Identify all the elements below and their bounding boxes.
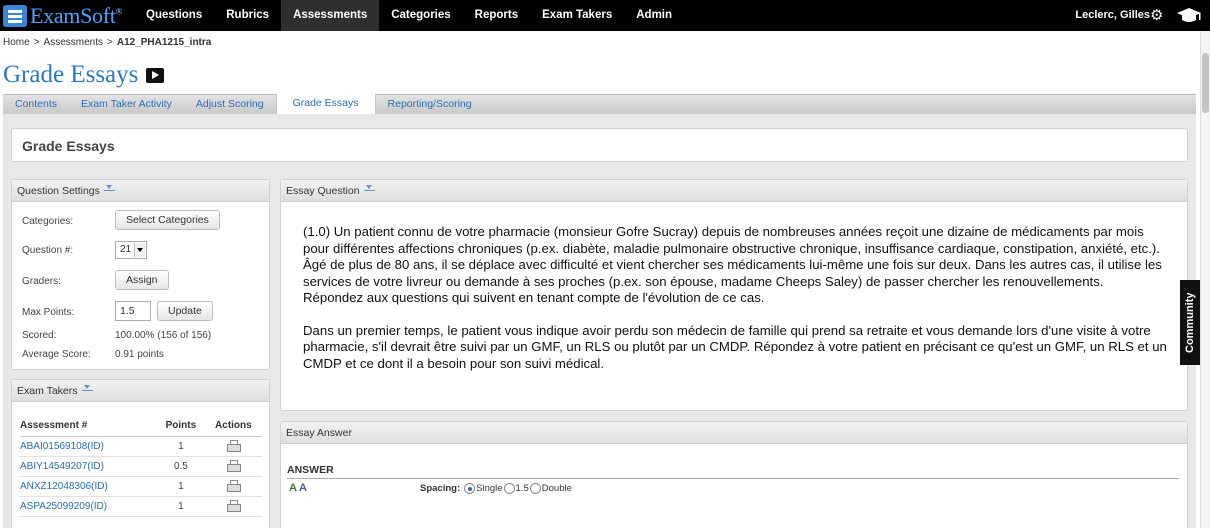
spacing-single-radio[interactable] [464,483,476,494]
update-button[interactable]: Update [157,301,213,321]
printer-icon[interactable] [227,500,242,513]
printer-icon[interactable] [227,460,242,473]
categories-label: Categories: [22,216,74,227]
average-score-label: Average Score: [22,349,91,360]
column-header-points[interactable]: Points [157,416,205,437]
points-cell: 1 [157,436,205,457]
question-number-label: Question #: [22,245,74,256]
points-cell: 0.5 [157,456,205,477]
tab-grade-essays[interactable]: Grade Essays [275,94,376,115]
average-score-value: 0.91 points [115,349,164,360]
assign-button[interactable]: Assign [115,270,169,290]
question-number-select[interactable]: 21 [115,241,147,259]
scored-value: 100.00% (156 of 156) [115,330,212,341]
essay-question-header: Essay Question [281,180,1187,202]
table-row: ABAI01569108(ID) 1 [20,436,262,457]
content-area: Grade Essays Question Settings Categorie… [3,114,1196,528]
tab-adjust-scoring[interactable]: Adjust Scoring [184,95,276,114]
question-paragraph: (1.0) Un patient connu de votre pharmaci… [303,224,1162,305]
spellcheck-icon[interactable]: A [289,482,297,494]
breadcrumb: Home > Assessments > A12_PHA1215_intra [3,37,212,48]
answer-label: ANSWER [287,464,1179,479]
table-row: ASPA25099209(ID) 1 [20,496,262,517]
max-points-label: Max Points: [22,307,75,318]
page-scrollbar[interactable] [1200,31,1210,528]
nav-rubrics[interactable]: Rubrics [214,0,281,31]
essay-answer-header: Essay Answer [281,422,1187,444]
spacing-control: Spacing: Single 1.5 Double [420,483,572,494]
page-title: Grade Essays [3,61,165,89]
breadcrumb-home[interactable]: Home [3,37,30,48]
question-settings-header: Question Settings [12,180,269,202]
tab-reporting-scoring[interactable]: Reporting/Scoring [376,95,484,114]
select-categories-button[interactable]: Select Categories [115,210,220,230]
gear-icon[interactable]: ⚙ [1150,8,1166,24]
exam-taker-link[interactable]: ABIY14549207(ID) [20,456,158,477]
graders-label: Graders: [22,276,61,287]
collapse-icon[interactable] [103,185,115,196]
essay-question-text: (1.0) Un patient connu de votre pharmaci… [281,202,1187,372]
nav-reports[interactable]: Reports [463,0,530,31]
user-name[interactable]: Leclerc, Gilles [1075,0,1150,31]
spellcheck-toolbar: A A [289,482,307,494]
nav-categories[interactable]: Categories [379,0,462,31]
top-navbar: ExamSoft® Questions Rubrics Assessments … [0,0,1210,31]
max-points-input[interactable]: 1.5 [115,301,151,321]
nav-admin[interactable]: Admin [624,0,684,31]
essay-answer-panel: Essay Answer ANSWER A A Spacing: Single … [280,421,1188,528]
exam-takers-table: Assessment # Points Actions ABAI01569108… [20,416,262,517]
points-cell: 1 [157,476,205,497]
spellcheck-off-icon[interactable]: A [299,482,307,494]
community-tab[interactable]: Community [1180,280,1201,365]
table-header-row: Assessment # Points Actions [20,416,262,437]
question-settings-panel: Question Settings Categories: Select Cat… [11,179,270,370]
nav-exam-takers[interactable]: Exam Takers [530,0,624,31]
chevron-down-icon [134,243,145,257]
spacing-1-5-radio[interactable] [503,483,515,494]
examsoft-logo[interactable]: ExamSoft® [3,3,123,28]
column-header-assessment[interactable]: Assessment # [20,416,158,437]
collapse-icon[interactable] [363,185,375,196]
graduation-cap-icon[interactable] [1176,6,1202,26]
breadcrumb-current: A12_PHA1215_intra [116,37,212,48]
grade-essays-heading: Grade Essays [22,138,115,154]
main-nav: Questions Rubrics Assessments Categories… [134,0,684,31]
exam-taker-link[interactable]: ANXZ12048306(ID) [20,476,158,497]
scored-label: Scored: [22,330,57,341]
collapse-icon[interactable] [81,385,93,396]
table-row: ANXZ12048306(ID) 1 [20,476,262,497]
tab-bar: Contents Exam Taker Activity Adjust Scor… [3,94,1196,115]
breadcrumb-assessments[interactable]: Assessments [44,37,103,48]
spacing-double-radio[interactable] [529,483,541,494]
exam-taker-link[interactable]: ASPA25099209(ID) [20,496,158,517]
essay-question-panel: Essay Question (1.0) Un patient connu de… [280,179,1188,411]
points-cell: 1 [157,496,205,517]
exam-taker-link[interactable]: ABAI01569108(ID) [20,436,158,457]
exam-takers-header: Exam Takers [12,380,269,402]
printer-icon[interactable] [227,440,242,453]
exam-takers-panel: Exam Takers Assessment # Points Actions … [11,379,270,528]
logo-text: ExamSoft® [30,3,123,28]
nav-assessments[interactable]: Assessments [281,0,380,31]
scrollbar-thumb[interactable] [1202,53,1209,113]
menu-icon[interactable] [3,5,27,27]
tab-exam-taker-activity[interactable]: Exam Taker Activity [69,95,184,114]
printer-icon[interactable] [227,480,242,493]
column-header-actions: Actions [204,416,262,437]
question-paragraph: Dans un premier temps, le patient vous i… [303,322,1167,371]
table-row: ABIY14549207(ID) 0.5 [20,456,262,477]
grade-essays-header-panel: Grade Essays [11,128,1188,162]
tab-contents[interactable]: Contents [3,95,69,114]
nav-questions[interactable]: Questions [134,0,214,31]
video-tutorial-icon[interactable] [146,67,165,83]
